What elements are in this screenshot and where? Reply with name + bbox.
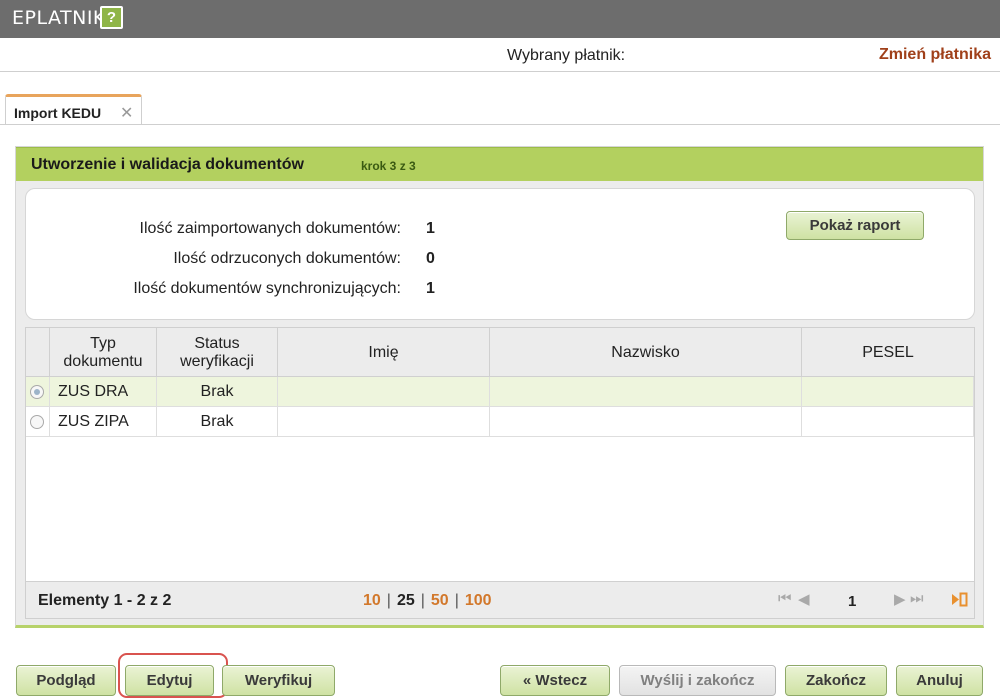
page-size-selector: 10 | 25 | 50 | 100 [363,592,492,610]
tab-import-kedu[interactable]: Import KEDU ✕ [5,94,142,125]
finish-button[interactable]: Zakończ [785,665,887,696]
cell-type: ZUS ZIPA [50,407,157,436]
cell-first-name [278,377,490,406]
change-payer-link[interactable]: Zmień płatnika [879,46,991,64]
cancel-button[interactable]: Anuluj [896,665,983,696]
verify-button[interactable]: Weryfikuj [222,665,335,696]
rejected-count-value: 0 [426,250,435,267]
header-line: dokumentu [63,352,143,370]
show-report-button[interactable]: Pokaż raport [786,211,924,240]
table-row[interactable]: ZUS ZIPA Brak [26,407,974,437]
header-line: Typ [90,334,116,352]
import-summary: Ilość zaimportowanych dokumentów: 1 Iloś… [25,188,975,320]
page-size-option[interactable]: 10 [363,592,381,609]
close-icon[interactable]: ✕ [120,103,133,123]
imported-count-value: 1 [426,220,435,237]
column-header-status[interactable]: Status weryfikacji [157,328,278,377]
panel-header: Utworzenie i walidacja dokumentów krok 3… [16,147,983,181]
column-header-type[interactable]: Typ dokumentu [50,328,157,377]
preview-button[interactable]: Podgląd [16,665,116,696]
row-select-cell [26,377,50,406]
next-page-icon[interactable]: ▶ [894,590,905,608]
edit-button-highlight [118,653,228,698]
cell-status: Brak [157,377,278,406]
page-size-option[interactable]: 25 [397,592,415,609]
rejected-count-label: Ilość odrzuconych dokumentów: [173,250,401,267]
help-icon[interactable]: ? [100,6,123,29]
previous-page-icon[interactable]: ◀ [798,590,809,608]
cell-status: Brak [157,407,278,436]
cell-pesel [802,377,974,406]
imported-count-label: Ilość zaimportowanych dokumentów: [139,220,401,237]
send-and-finish-button[interactable]: Wyślij i zakończ [619,665,776,696]
radio-button[interactable] [30,415,44,429]
column-header-first-name[interactable]: Imię [278,328,490,377]
header-line: Status [194,334,240,352]
column-header-pesel[interactable]: PESEL [802,328,974,377]
header-line: weryfikacji [180,352,254,370]
radio-button[interactable] [30,385,44,399]
back-button[interactable]: « Wstecz [500,665,610,696]
grid-header: Typ dokumentu Status weryfikacji Imię Nazw… [26,328,974,377]
separator: | [454,592,459,609]
page-size-option[interactable]: 50 [431,592,449,609]
app-title: EPLATNIK [12,7,106,29]
table-row[interactable]: ZUS DRA Brak [26,377,974,407]
payer-bar: Wybrany płatnik: Zmień płatnika [0,38,1000,72]
cell-first-name [278,407,490,436]
selected-payer-label: Wybrany płatnik: [507,47,626,64]
page-size-option[interactable]: 100 [465,592,492,609]
tab-divider [0,124,1000,125]
items-count: Elementy 1 - 2 z 2 [38,592,172,609]
wizard-panel: Utworzenie i walidacja dokumentów krok 3… [15,146,984,628]
cell-type: ZUS DRA [50,377,157,406]
tab-label: Import KEDU [14,105,102,121]
last-page-arrows-icon[interactable]: ⏭ [910,590,923,607]
row-select-cell [26,407,50,436]
separator: | [420,592,425,609]
cell-last-name [490,407,802,436]
step-indicator: krok 3 z 3 [361,159,416,173]
grid-footer: Elementy 1 - 2 z 2 10 | 25 | 50 | 100 ⏮ ◀ 1 ▶ … [26,581,974,618]
sync-count-value: 1 [426,280,435,297]
current-page: 1 [848,593,857,610]
cell-pesel [802,407,974,436]
sync-count-label: Ilość dokumentów synchronizujących: [133,280,401,297]
documents-grid: Typ dokumentu Status weryfikacji Imię Nazw… [25,327,975,619]
top-bar: EPLATNIK ? [0,0,1000,38]
panel-title: Utworzenie i walidacja dokumentów [31,156,304,173]
separator: | [386,592,391,609]
cell-last-name [490,377,802,406]
first-page-icon[interactable]: ⏮ [778,590,791,607]
select-column-header [26,328,50,377]
go-to-last-page-icon[interactable] [951,592,968,607]
column-header-last-name[interactable]: Nazwisko [490,328,802,377]
